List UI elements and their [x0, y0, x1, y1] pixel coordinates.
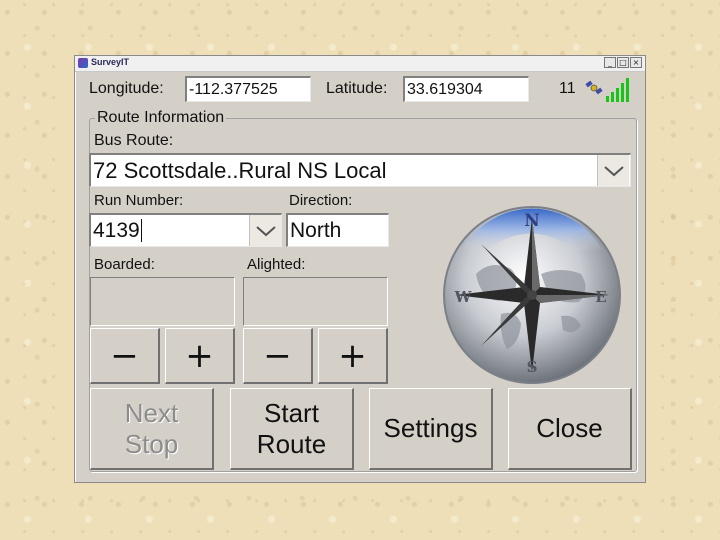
title-bar[interactable]: SurveyIT _ □ ×	[75, 56, 645, 72]
text-cursor	[140, 219, 142, 242]
compass-south-label: S	[527, 358, 538, 376]
boarded-label: Boarded:	[94, 256, 155, 273]
window-controls: _ □ ×	[604, 57, 642, 68]
longitude-label: Longitude:	[89, 80, 164, 97]
run-number-label: Run Number:	[94, 192, 184, 209]
signal-strength-icon	[606, 76, 636, 102]
maximize-button[interactable]: □	[617, 57, 629, 68]
window-title: SurveyIT	[91, 57, 130, 67]
close-button[interactable]: Close	[508, 388, 632, 470]
run-number-dropdown-button[interactable]	[249, 215, 281, 246]
run-number-value: 4139	[93, 219, 140, 242]
satellite-icon	[584, 79, 604, 102]
bus-route-select[interactable]: 72 Scottsdale..Rural NS Local	[89, 153, 631, 187]
latitude-label: Latitude:	[326, 80, 388, 97]
minimize-button[interactable]: _	[604, 57, 616, 68]
compass-icon: N S E W	[443, 206, 621, 384]
alighted-count-display	[243, 277, 388, 326]
latitude-field[interactable]: 33.619304	[403, 76, 529, 102]
direction-label: Direction:	[289, 192, 353, 209]
boarded-decrement-button[interactable]: −	[90, 328, 160, 384]
satellite-count: 11	[559, 80, 576, 97]
compass-north-label: N	[524, 211, 540, 231]
route-information-title: Route Information	[95, 109, 227, 127]
start-route-button[interactable]: Start Route	[230, 388, 354, 470]
settings-button[interactable]: Settings	[369, 388, 493, 470]
next-stop-button[interactable]: Next Stop	[90, 388, 214, 470]
close-window-button[interactable]: ×	[630, 57, 642, 68]
alighted-increment-button[interactable]: +	[318, 328, 388, 384]
compass-west-label: W	[454, 288, 473, 306]
app-icon	[78, 58, 88, 68]
alighted-label: Alighted:	[247, 256, 306, 273]
bus-route-dropdown-button[interactable]	[597, 155, 629, 186]
next-stop-label-line2: Stop	[124, 428, 179, 459]
compass-east-label: E	[595, 288, 606, 306]
alighted-decrement-button[interactable]: −	[243, 328, 313, 384]
boarded-count-display	[90, 277, 235, 326]
app-window: SurveyIT _ □ × Longitude: -112.377525 La…	[74, 55, 646, 483]
chevron-down-icon	[255, 225, 276, 236]
boarded-increment-button[interactable]: +	[165, 328, 235, 384]
start-route-label-line1: Start	[264, 397, 319, 428]
longitude-field[interactable]: -112.377525	[185, 76, 311, 102]
direction-field[interactable]: North	[286, 213, 389, 247]
bus-route-label: Bus Route:	[94, 132, 174, 149]
start-route-label-line2: Route	[256, 428, 327, 459]
next-stop-label-line1: Next	[124, 397, 179, 428]
chevron-down-icon	[603, 165, 624, 176]
